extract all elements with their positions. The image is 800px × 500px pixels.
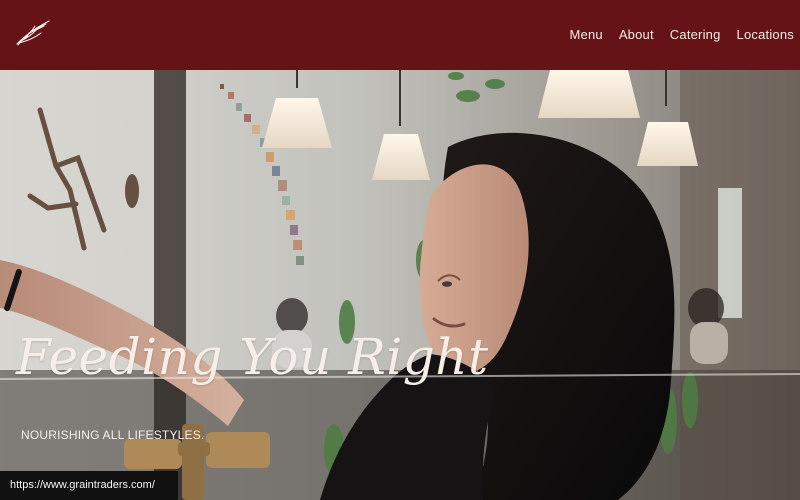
hero-subheadline: NOURISHING ALL LIFESTYLES. — [21, 428, 205, 442]
feather-logo-icon[interactable] — [14, 19, 52, 49]
nav-menu-link[interactable]: Menu — [569, 26, 602, 44]
status-url-bar: https://www.graintraders.com/ — [0, 471, 178, 500]
hero-section: Feeding You Right NOURISHING ALL LIFESTY… — [0, 70, 800, 500]
main-navigation: Menu About Catering Locations — [569, 26, 794, 44]
nav-locations-link[interactable]: Locations — [737, 26, 794, 44]
nav-catering-link[interactable]: Catering — [670, 26, 721, 44]
page: Menu About Catering Locations Feeding Yo… — [0, 0, 800, 500]
site-header: Menu About Catering Locations — [0, 0, 800, 70]
hero-headline: Feeding You Right — [16, 328, 489, 386]
nav-about-link[interactable]: About — [619, 26, 654, 44]
